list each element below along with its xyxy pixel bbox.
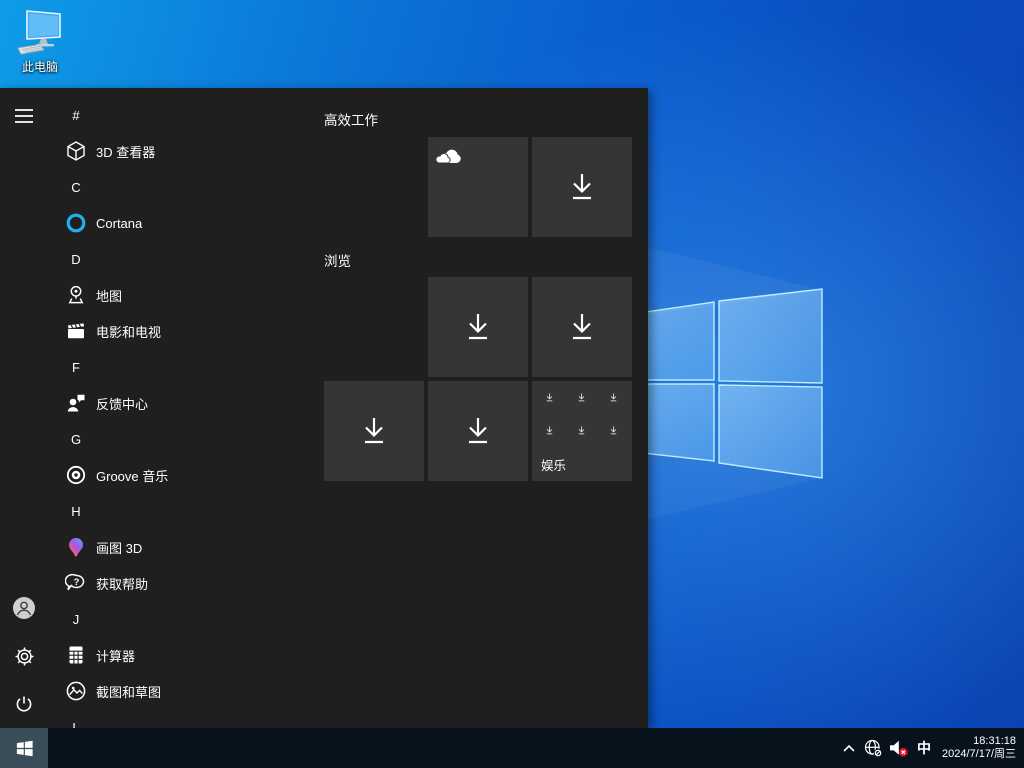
app-list-letter-hash[interactable]: # — [48, 97, 322, 133]
tile-folder-entertainment[interactable]: 娱乐 — [532, 381, 632, 481]
tile-group-title-productivity: 高效工作 — [324, 109, 378, 129]
power-icon — [14, 694, 34, 714]
speaker-muted-icon — [887, 738, 909, 758]
maps-pin-icon — [65, 284, 87, 306]
user-avatar-icon — [12, 596, 36, 620]
app-list-letter-d[interactable]: D — [48, 241, 322, 277]
clock-time: 18:31:18 — [942, 735, 1016, 748]
settings-gear-icon — [14, 646, 35, 667]
app-list-letter-h[interactable]: H — [48, 493, 322, 529]
mini-download-arrow-icon — [544, 392, 555, 403]
get-help-icon: ? — [65, 572, 87, 594]
start-button[interactable] — [0, 728, 48, 768]
show-hidden-icons-button[interactable] — [837, 728, 861, 768]
app-list-item-calculator[interactable]: 计算器 — [48, 637, 322, 673]
movies-tv-clapperboard-icon — [65, 320, 87, 342]
app-list-letter-f[interactable]: F — [48, 349, 322, 385]
mini-download-arrow-icon — [608, 425, 619, 436]
clock-date: 2024/7/17/周三 — [942, 748, 1016, 761]
tile-download-1[interactable] — [532, 137, 632, 237]
3d-viewer-icon — [65, 140, 87, 162]
globe-no-internet-icon — [863, 738, 883, 758]
app-list-letter-l[interactable]: L — [48, 709, 322, 728]
clock[interactable]: 18:31:18 2024/7/17/周三 — [937, 735, 1024, 761]
app-list-item-maps[interactable]: 地图 — [48, 277, 322, 313]
groove-music-icon — [65, 464, 87, 486]
app-list: # 3D 查看器 C Cortana D — [48, 97, 322, 728]
app-list-item-groove-music[interactable]: Groove 音乐 — [48, 457, 322, 493]
download-arrow-icon — [460, 309, 496, 345]
ime-indicator: 中 — [917, 738, 931, 758]
mini-download-arrow-icon — [608, 392, 619, 403]
paint-3d-icon — [65, 536, 87, 558]
app-list-item-paint-3d[interactable]: 画图 3D — [48, 529, 322, 565]
start-menu: # 3D 查看器 C Cortana D — [0, 88, 648, 728]
desktop-icon-label: 此电脑 — [22, 58, 58, 75]
svg-text:?: ? — [74, 577, 80, 588]
feedback-hub-icon — [65, 392, 87, 414]
snip-sketch-icon — [65, 680, 87, 702]
app-list-item-cortana[interactable]: Cortana — [48, 205, 322, 241]
mini-download-arrow-icon — [576, 425, 587, 436]
ime-mode-button[interactable]: 中 — [911, 728, 937, 768]
power-button[interactable] — [0, 680, 48, 728]
user-account-button[interactable] — [0, 584, 48, 632]
chevron-up-icon — [842, 743, 856, 753]
windows-start-icon — [14, 738, 35, 759]
mini-download-arrow-icon — [576, 392, 587, 403]
volume-button[interactable] — [885, 728, 911, 768]
tile-folder-label: 娱乐 — [541, 455, 566, 474]
tile-download-5[interactable] — [428, 381, 528, 481]
app-list-item-feedback-hub[interactable]: 反馈中心 — [48, 385, 322, 421]
taskbar: 中 18:31:18 2024/7/17/周三 — [0, 728, 1024, 768]
download-arrow-icon — [460, 413, 496, 449]
this-pc-computer-icon — [15, 8, 65, 56]
tile-download-2[interactable] — [428, 277, 528, 377]
app-list-item-movies-tv[interactable]: 电影和电视 — [48, 313, 322, 349]
calculator-icon — [65, 644, 87, 666]
app-list-letter-c[interactable]: C — [48, 169, 322, 205]
app-list-item-snip-sketch[interactable]: 截图和草图 — [48, 673, 322, 709]
expand-menu-button[interactable] — [0, 92, 48, 140]
tile-download-3[interactable] — [532, 277, 632, 377]
desktop-icon-this-pc[interactable]: 此电脑 — [9, 8, 71, 75]
network-status-button[interactable] — [861, 728, 885, 768]
system-tray: 中 18:31:18 2024/7/17/周三 — [837, 728, 1024, 768]
download-arrow-icon — [356, 413, 392, 449]
tile-onedrive[interactable] — [428, 137, 528, 237]
hamburger-icon — [14, 108, 34, 124]
cortana-icon — [65, 212, 87, 234]
app-list-letter-g[interactable]: G — [48, 421, 322, 457]
download-arrow-icon — [564, 169, 600, 205]
app-list-item-3d-viewer[interactable]: 3D 查看器 — [48, 133, 322, 169]
mini-download-arrow-icon — [544, 425, 555, 436]
tile-download-4[interactable] — [324, 381, 424, 481]
tile-group-title-explore: 浏览 — [324, 250, 351, 270]
settings-button[interactable] — [0, 632, 48, 680]
app-list-letter-j[interactable]: J — [48, 601, 322, 637]
app-list-item-get-help[interactable]: ? 获取帮助 — [48, 565, 322, 601]
onedrive-cloud-icon — [435, 147, 462, 164]
download-arrow-icon — [564, 309, 600, 345]
